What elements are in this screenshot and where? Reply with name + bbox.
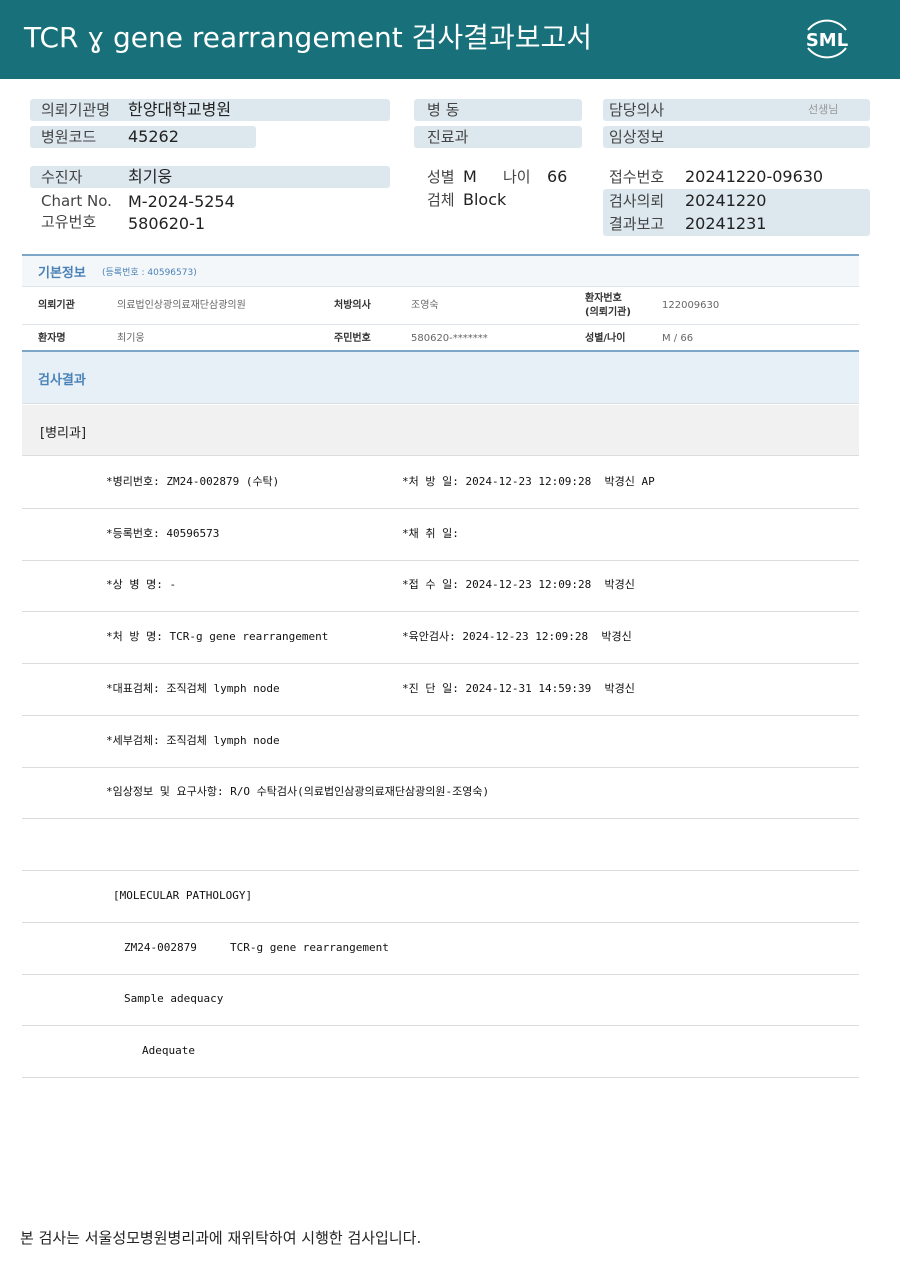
result-right: *채 취 일: (402, 527, 459, 540)
basic-info-table: 기본정보 (등록번호 : 40596573) 의뢰기관 의료법인상광의료재단삼광… (22, 254, 859, 352)
result-row: *상 병 명: - *접 수 일: 2024-12-23 12:09:28 박경… (22, 560, 859, 612)
result-row: *처 방 명: TCR-g gene rearrangement *육안검사: … (22, 612, 859, 664)
hospital-code-label: 병원코드 (41, 128, 97, 146)
report-title: TCR ɣ gene rearrangement 검사결과보고서 (24, 21, 592, 54)
result-row: *병리번호: ZM24-002879 (수탁) *처 방 일: 2024-12-… (22, 457, 859, 509)
result-row: *세부검체: 조직검체 lymph node (22, 716, 859, 768)
patient-label: 수진자 (41, 168, 83, 186)
institution-label: 의뢰기관명 (41, 101, 111, 119)
clinical-info-label: 임상정보 (609, 128, 665, 146)
report-banner: TCR ɣ gene rearrangement 검사결과보고서 SML (0, 0, 900, 79)
result-row: *임상정보 및 요구사항: R/O 수탁검사(의료법인삼광의료재단삼광의원-조영… (22, 767, 859, 819)
info-name-key: 환자명 (38, 333, 66, 344)
patient-box (30, 166, 390, 188)
result-left: *등록번호: 40596573 (106, 527, 220, 540)
chart-no-label: Chart No. (41, 192, 112, 210)
chart-no-value: M-2024-5254 (128, 192, 235, 211)
ward-label: 병 동 (427, 101, 460, 119)
result-row: ZM24-002879 TCR-g gene rearrangement (22, 923, 859, 975)
result-right: *접 수 일: 2024-12-23 12:09:28 박경신 (402, 578, 635, 591)
department-row: [병리과] (22, 405, 859, 456)
footer-note: 본 검사는 서울성모병원병리과에 재위탁하여 시행한 검사입니다. (20, 1229, 422, 1247)
unique-no-value: 580620-1 (128, 214, 206, 233)
result-left: Sample adequacy (124, 992, 224, 1005)
department-label: 진료과 (427, 128, 469, 146)
age-label: 나이 (503, 168, 531, 186)
result-left: ZM24-002879 TCR-g gene rearrangement (124, 941, 389, 954)
result-row: Sample adequacy (22, 974, 859, 1026)
unique-no-label: 고유번호 (41, 213, 97, 231)
hospital-code-value: 45262 (128, 127, 179, 146)
result-row-empty (22, 819, 859, 871)
receipt-no-label: 접수번호 (609, 168, 665, 186)
result-row: [MOLECULAR PATHOLOGY] (22, 871, 859, 923)
request-date-value: 20241220 (685, 191, 767, 210)
institution-value: 한양대학교병원 (128, 100, 232, 119)
info-prescriber-val: 조영숙 (411, 300, 439, 311)
info-name-val: 최기웅 (117, 333, 145, 344)
result-left: *상 병 명: - (106, 578, 177, 591)
result-right: *육안검사: 2024-12-23 12:09:28 박경신 (402, 630, 632, 643)
info-resident-no-val: 580620-******* (411, 333, 488, 344)
doctor-hint: 선생님 (808, 103, 839, 116)
result-left: [MOLECULAR PATHOLOGY] (113, 889, 253, 902)
result-row: *등록번호: 40596573 *채 취 일: (22, 509, 859, 561)
info-sex-age-key: 성별/나이 (585, 333, 626, 344)
info-institution-val: 의료법인상광의료재단삼광의원 (117, 300, 246, 311)
results-header: 검사결과 (22, 352, 859, 404)
request-date-label: 검사의뢰 (609, 192, 665, 210)
info-patient-no-val: 122009630 (662, 300, 720, 311)
basic-info-title: 기본정보 (38, 266, 86, 281)
result-left: *처 방 명: TCR-g gene rearrangement (106, 630, 329, 643)
info-patient-no-key-2: (의뢰기관) (585, 307, 631, 318)
info-prescriber-key: 처방의사 (334, 300, 371, 311)
results-title: 검사결과 (38, 373, 86, 388)
info-patient-no-key-1: 환자번호 (585, 293, 622, 304)
sex-label: 성별 (427, 168, 455, 186)
sml-logo-icon: SML (798, 10, 856, 68)
result-right: *진 단 일: 2024-12-31 14:59:39 박경신 (402, 682, 635, 695)
department-name: [병리과] (40, 426, 87, 441)
result-right: *처 방 일: 2024-12-23 12:09:28 박경신 AP (402, 475, 655, 488)
basic-info-reg-note: (등록번호 : 40596573) (102, 268, 197, 278)
result-left: *세부검체: 조직검체 lymph node (106, 734, 280, 747)
result-left: *대표검체: 조직검체 lymph node (106, 682, 280, 695)
report-date-label: 결과보고 (609, 215, 665, 233)
result-row: Adequate (22, 1026, 859, 1078)
result-left: Adequate (142, 1044, 195, 1057)
specimen-value: Block (463, 190, 507, 209)
result-left: *임상정보 및 요구사항: R/O 수탁검사(의료법인삼광의료재단삼광의원-조영… (106, 785, 490, 798)
receipt-no-value: 20241220-09630 (685, 167, 824, 186)
logo-text: SML (806, 30, 848, 51)
info-row-divider (22, 324, 859, 325)
result-row: *대표검체: 조직검체 lymph node *진 단 일: 2024-12-3… (22, 664, 859, 716)
patient-value: 최기웅 (128, 167, 173, 186)
doctor-label: 담당의사 (609, 101, 665, 119)
info-sex-age-val: M / 66 (662, 333, 694, 344)
sex-value: M (463, 167, 477, 186)
age-value: 66 (547, 167, 568, 186)
info-institution-key: 의뢰기관 (38, 300, 75, 311)
specimen-label: 검체 (427, 191, 455, 209)
basic-info-header: 기본정보 (등록번호 : 40596573) (22, 256, 859, 287)
info-resident-no-key: 주민번호 (334, 333, 371, 344)
result-left: *병리번호: ZM24-002879 (수탁) (106, 475, 280, 488)
report-date-value: 20241231 (685, 214, 767, 233)
